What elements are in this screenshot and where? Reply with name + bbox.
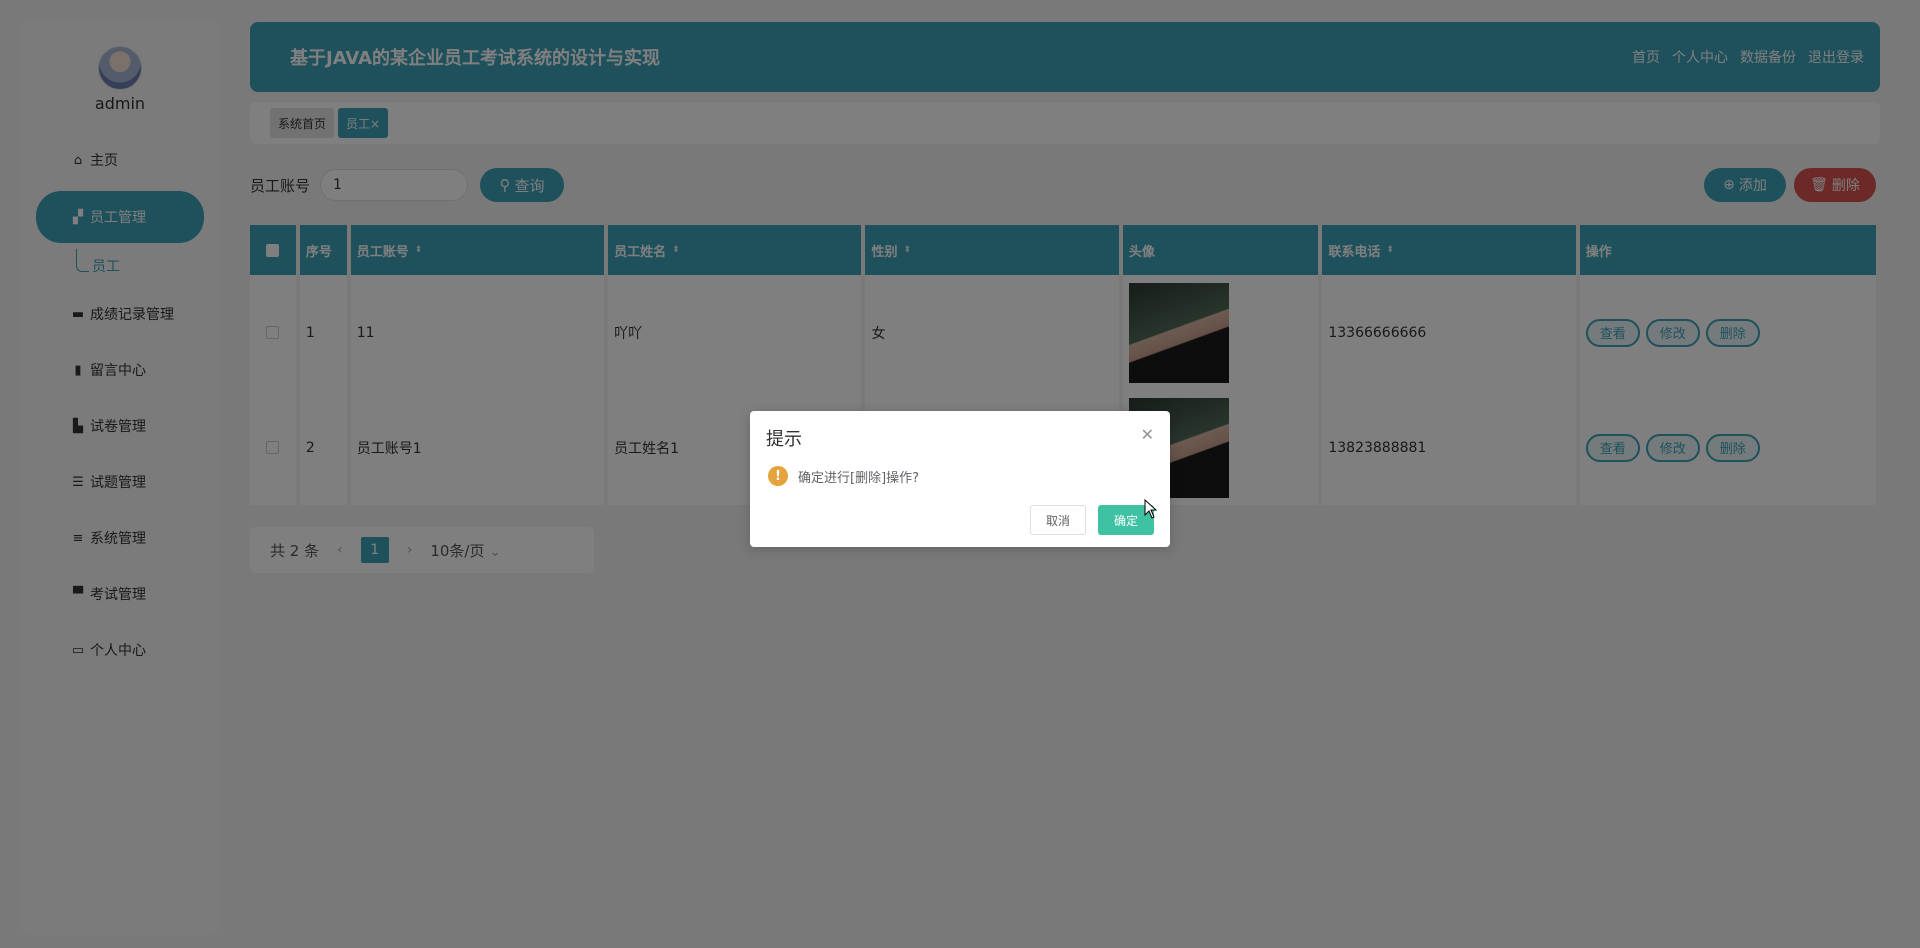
confirm-dialog: 提示 ✕ ! 确定进行[删除]操作? 取消 确定 [750,411,1170,547]
close-icon[interactable]: ✕ [1141,425,1154,444]
mouse-cursor-icon [1144,499,1158,519]
dialog-footer: 取消 确定 [1030,505,1154,535]
cancel-button[interactable]: 取消 [1030,505,1086,535]
dialog-body: ! 确定进行[删除]操作? [768,466,919,486]
dialog-title: 提示 [766,429,802,450]
warning-icon: ! [768,466,788,486]
dialog-message: 确定进行[删除]操作? [798,470,920,486]
